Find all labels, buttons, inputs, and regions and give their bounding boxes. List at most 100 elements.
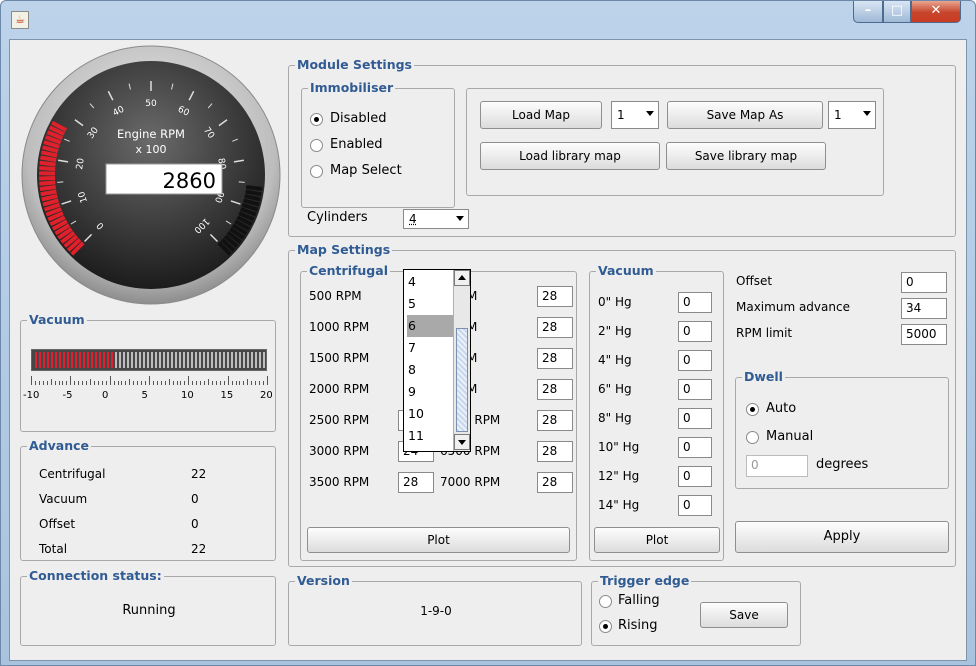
vacuum-bar-segment bbox=[251, 352, 253, 368]
vacuum-advance-field[interactable]: 0 bbox=[678, 495, 712, 516]
vacuum-bar-scale bbox=[31, 376, 268, 386]
trigger-rising-radio[interactable] bbox=[599, 620, 612, 633]
trigger-falling-label: Falling bbox=[618, 593, 660, 608]
trigger-save-button[interactable]: Save bbox=[700, 602, 788, 628]
close-button[interactable]: ✕ bbox=[911, 1, 961, 23]
vacuum-bar-segment bbox=[231, 352, 233, 368]
vacuum-advance-field[interactable]: 0 bbox=[678, 379, 712, 400]
vacuum-scale-tick bbox=[125, 381, 127, 385]
version-title: Version bbox=[295, 573, 352, 589]
vacuum-plot-button[interactable]: Plot bbox=[594, 527, 720, 553]
vacuum-bar-segment bbox=[71, 352, 73, 368]
vacuum-advance-field[interactable]: 0 bbox=[678, 321, 712, 342]
vacuum-advance-field[interactable]: 0 bbox=[678, 350, 712, 371]
vacuum-scale-tick bbox=[149, 376, 150, 385]
vacuum-scale-tick bbox=[86, 381, 88, 385]
immobiliser-map-select-radio[interactable] bbox=[310, 165, 323, 178]
vacuum-tick-label: 20 bbox=[260, 390, 273, 401]
save-library-map-button[interactable]: Save library map bbox=[666, 142, 826, 170]
vacuum-tick-label: 10 bbox=[181, 390, 194, 401]
gauge-red-segment bbox=[40, 189, 57, 197]
vacuum-scale-tick bbox=[255, 381, 257, 385]
dropdown-option[interactable]: 9 bbox=[407, 381, 455, 403]
dropdown-option[interactable]: 8 bbox=[407, 359, 455, 381]
app-window: ☕ – □ ✕ 0102030405060708090100 Engine RP… bbox=[0, 0, 976, 666]
vacuum-bar-segment bbox=[163, 352, 165, 368]
scroll-down-button[interactable] bbox=[454, 434, 470, 450]
centrifugal-advance-field[interactable]: 28 bbox=[537, 472, 573, 493]
vacuum-advance-field[interactable]: 0 bbox=[678, 408, 712, 429]
immobiliser-disabled-radio[interactable] bbox=[310, 113, 323, 126]
module-settings-title: Module Settings bbox=[295, 57, 414, 73]
maximize-button[interactable]: □ bbox=[883, 1, 911, 23]
max-advance-field[interactable]: 34 bbox=[901, 298, 947, 319]
vacuum-bar-segment bbox=[187, 352, 189, 368]
vacuum-scale-tick bbox=[97, 381, 99, 385]
vacuum-scale-tick bbox=[141, 381, 143, 385]
scroll-thumb[interactable] bbox=[456, 328, 468, 432]
rpm-limit-field[interactable]: 5000 bbox=[901, 324, 947, 345]
title-bar[interactable]: ☕ – □ ✕ bbox=[1, 1, 975, 39]
vacuum-title: Vacuum bbox=[596, 263, 656, 279]
vacuum-hg-label: 12" Hg bbox=[598, 469, 640, 483]
gauge-multiplier: x 100 bbox=[135, 143, 166, 156]
advance-row-total-value: 22 bbox=[191, 542, 207, 556]
centrifugal-advance-field[interactable]: 28 bbox=[537, 317, 573, 338]
minimize-button[interactable]: – bbox=[853, 1, 883, 23]
centrifugal-plot-button[interactable]: Plot bbox=[307, 527, 570, 553]
offset-label: Offset bbox=[736, 274, 773, 288]
vacuum-scale-tick bbox=[62, 381, 64, 385]
gauge-title: Engine RPM bbox=[117, 127, 185, 141]
centrifugal-rpm-label: 2500 RPM bbox=[309, 413, 370, 427]
vacuum-scale-tick bbox=[211, 381, 213, 385]
centrifugal-rpm-label: 7000 RPM bbox=[440, 475, 501, 489]
load-slot-select[interactable]: 1 bbox=[611, 101, 659, 129]
dropdown-scrollbar[interactable] bbox=[453, 270, 470, 451]
dropdown-option[interactable]: 11 bbox=[407, 425, 455, 447]
map-settings-panel: Map Settings Centrifugal 500 RPM0 RPM281… bbox=[288, 242, 956, 567]
vacuum-bar-segment bbox=[171, 352, 173, 368]
centrifugal-advance-field[interactable]: 28 bbox=[398, 472, 434, 493]
vacuum-scale-tick bbox=[259, 381, 261, 385]
vacuum-advance-field[interactable]: 0 bbox=[678, 466, 712, 487]
centrifugal-advance-field[interactable]: 28 bbox=[537, 410, 573, 431]
vacuum-bar-segment bbox=[127, 352, 129, 368]
centrifugal-advance-field[interactable]: 28 bbox=[537, 286, 573, 307]
vacuum-bar-ticks: -10 -5 0 5 10 15 20 bbox=[21, 390, 277, 404]
dwell-auto-radio[interactable] bbox=[746, 403, 759, 416]
offset-field[interactable]: 0 bbox=[901, 272, 947, 293]
cylinders-dropdown-list[interactable]: 4 5 6 7 8 9 10 11 bbox=[403, 269, 471, 452]
dwell-manual-radio[interactable] bbox=[746, 431, 759, 444]
dropdown-option[interactable]: 5 bbox=[407, 293, 455, 315]
gauge-dark-segment bbox=[245, 185, 263, 192]
centrifugal-advance-field[interactable]: 28 bbox=[537, 348, 573, 369]
dropdown-option[interactable]: 4 bbox=[407, 271, 455, 293]
arrow-up-icon bbox=[458, 275, 466, 280]
max-advance-label: Maximum advance bbox=[736, 300, 850, 314]
dropdown-option[interactable]: 6 bbox=[407, 315, 455, 337]
load-map-button[interactable]: Load Map bbox=[480, 101, 602, 129]
centrifugal-advance-field[interactable]: 28 bbox=[537, 379, 573, 400]
dropdown-option[interactable]: 10 bbox=[407, 403, 455, 425]
immobiliser-map-select-label: Map Select bbox=[330, 163, 402, 178]
vacuum-advance-field[interactable]: 0 bbox=[678, 292, 712, 313]
vacuum-bar-segment bbox=[199, 352, 201, 368]
centrifugal-advance-field[interactable]: 28 bbox=[537, 441, 573, 462]
save-map-as-button[interactable]: Save Map As bbox=[667, 101, 823, 129]
load-library-map-button[interactable]: Load library map bbox=[480, 142, 660, 170]
apply-button[interactable]: Apply bbox=[735, 521, 949, 553]
cylinders-select[interactable]: 4 bbox=[403, 209, 469, 229]
vacuum-bar-segment bbox=[63, 352, 65, 368]
java-cup-icon: ☕ bbox=[11, 11, 29, 29]
immobiliser-enabled-radio[interactable] bbox=[310, 139, 323, 152]
trigger-falling-radio[interactable] bbox=[599, 595, 612, 608]
scroll-up-button[interactable] bbox=[454, 270, 470, 286]
vacuum-bar-segment bbox=[107, 352, 109, 368]
vacuum-tick-label: -10 bbox=[23, 390, 40, 401]
save-slot-select[interactable]: 1 bbox=[828, 101, 876, 129]
dwell-degrees-field[interactable]: 0 bbox=[746, 455, 808, 477]
vacuum-bar-segment bbox=[263, 352, 265, 368]
vacuum-bar-segment bbox=[139, 352, 141, 368]
vacuum-advance-field[interactable]: 0 bbox=[678, 437, 712, 458]
dropdown-option[interactable]: 7 bbox=[407, 337, 455, 359]
